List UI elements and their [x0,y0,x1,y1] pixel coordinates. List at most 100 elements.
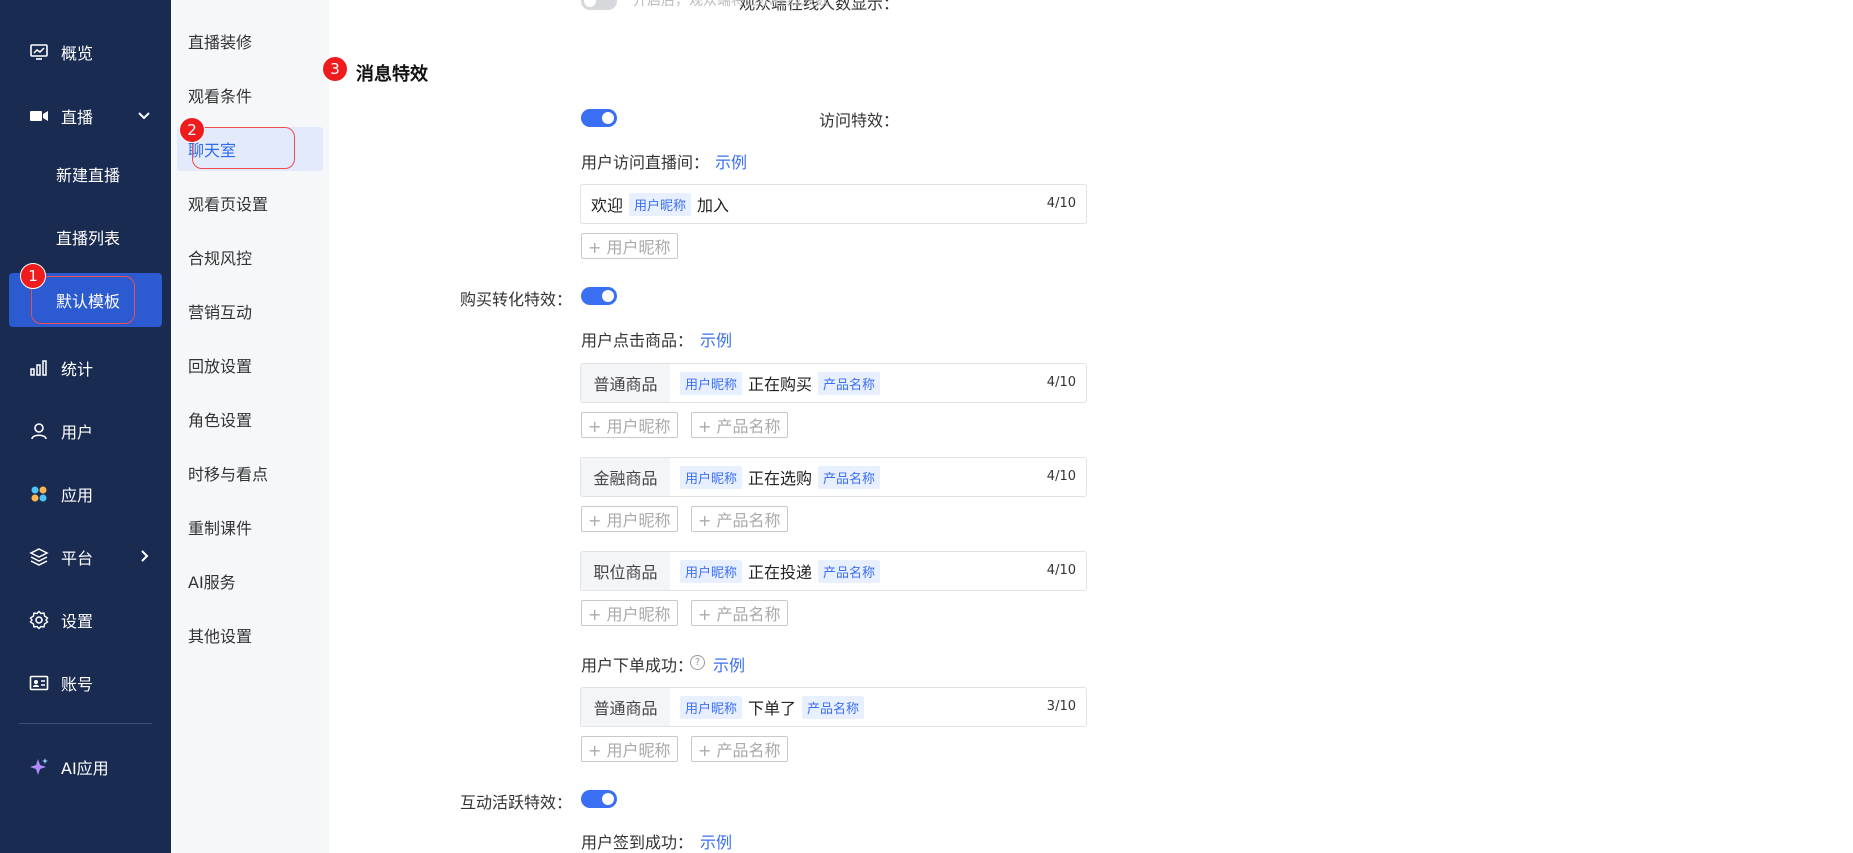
menu-item-other-settings[interactable]: 其他设置 [177,613,323,657]
menu-item-label: AI服务 [188,573,236,592]
sidebar-item-label: 直播 [61,108,94,127]
user-nickname-tag[interactable]: 用户昵称 [680,695,743,719]
sidebar-divider [19,723,152,724]
menu-item-label: 时移与看点 [188,465,269,484]
chevron-down-icon [135,106,153,124]
sidebar-item-new-live[interactable]: 新建直播 [0,147,171,201]
question-circle-icon[interactable]: ? [690,655,705,670]
insert-user-nickname-button[interactable]: + 用户昵称 [581,506,678,532]
sidebar-item-label: 设置 [61,612,94,631]
order-success-example-link[interactable]: 示例 [713,652,745,676]
sidebar-item-overview[interactable]: 概览 [0,25,171,79]
sidebar-item-live[interactable]: 直播 [0,89,171,143]
insert-user-nickname-button[interactable]: + 用户昵称 [581,233,678,259]
sidebar-item-statistics[interactable]: 统计 [0,341,171,395]
product-type-prefix: 金融商品 [581,458,670,496]
user-icon [28,420,50,442]
product-name-tag[interactable]: 产品名称 [818,371,881,395]
menu-item-label: 其他设置 [188,627,253,646]
purchase-effect-toggle[interactable] [581,287,617,305]
user-nickname-tag[interactable]: 用户昵称 [680,559,743,583]
char-count: 4/10 [1046,196,1076,211]
bar-chart-icon [28,357,50,379]
user-nickname-tag[interactable]: 用户昵称 [680,371,743,395]
purchase-effect-label: 购买转化特效： [459,290,572,309]
menu-item-timeshift[interactable]: 时移与看点 [177,451,323,495]
char-count: 4/10 [1046,469,1076,484]
insert-product-name-button[interactable]: + 产品名称 [691,736,788,762]
layers-icon [28,546,50,568]
menu-item-label: 回放设置 [188,357,253,376]
sidebar-item-label: 应用 [61,486,94,505]
sidebar-item-label: AI应用 [61,759,109,778]
sidebar-item-apps[interactable]: 应用 [0,467,171,521]
job-product-click-template[interactable]: 职位商品 用户昵称 正在投递 产品名称 4/10 [580,551,1087,591]
sidebar-item-label: 概览 [61,44,94,63]
id-card-icon [28,672,50,694]
order-success-template[interactable]: 普通商品 用户昵称 下单了 产品名称 3/10 [580,687,1087,727]
template-text: 下单了 [748,699,797,718]
visit-effect-toggle[interactable] [581,109,617,127]
online-count-toggle[interactable] [581,0,617,10]
insert-product-name-button[interactable]: + 产品名称 [691,600,788,626]
sparkle-icon [28,756,50,778]
insert-product-name-button[interactable]: + 产品名称 [691,412,788,438]
menu-item-courseware[interactable]: 重制课件 [177,505,323,549]
menu-item-label: 直播装修 [188,33,253,52]
click-product-label: 用户点击商品： [581,331,694,350]
monitor-icon [28,41,50,63]
product-type-prefix: 普通商品 [581,688,670,726]
gear-icon [28,609,50,631]
product-type-prefix: 普通商品 [581,364,670,402]
click-product-example-link[interactable]: 示例 [700,327,732,351]
menu-item-marketing[interactable]: 营销互动 [177,289,323,333]
step-badge-1: 1 [20,263,46,289]
visit-effect-label: 访问特效： [818,111,899,130]
char-count: 3/10 [1046,699,1076,714]
insert-user-nickname-button[interactable]: + 用户昵称 [581,736,678,762]
template-text: 正在购买 [748,375,813,394]
menu-item-live-decoration[interactable]: 直播装修 [177,19,323,63]
menu-item-ai-service[interactable]: AI服务 [177,559,323,603]
sidebar-item-platform[interactable]: 平台 [0,530,171,584]
sidebar-item-label: 新建直播 [56,166,121,185]
template-text: 正在投递 [748,563,813,582]
menu-item-label: 观看页设置 [188,195,269,214]
product-name-tag[interactable]: 产品名称 [802,695,865,719]
menu-item-roles[interactable]: 角色设置 [177,397,323,441]
sidebar-item-users[interactable]: 用户 [0,404,171,458]
user-nickname-tag[interactable]: 用户昵称 [629,192,692,216]
menu-item-viewing-conditions[interactable]: 观看条件 [177,73,323,117]
normal-product-click-template[interactable]: 普通商品 用户昵称 正在购买 产品名称 4/10 [580,363,1087,403]
sidebar-item-label: 用户 [61,423,94,442]
menu-item-label: 营销互动 [188,303,253,322]
main-sidebar: 概览 直播 新建直播 直播列表 默认模板 统计 用户 应用 平台 设置 账号 A… [0,0,171,853]
finance-product-click-template[interactable]: 金融商品 用户昵称 正在选购 产品名称 4/10 [580,457,1087,497]
sidebar-item-label: 默认模板 [56,292,121,311]
menu-item-playback[interactable]: 回放设置 [177,343,323,387]
main-content: 观众端在线人数显示： 开启后，观众端将显示在线人数 消息特效 访问特效： 用户访… [329,0,1853,853]
chevron-right-icon [135,547,153,565]
visit-sub-label: 用户访问直播间： [581,153,710,172]
checkin-success-label: 用户签到成功： [581,833,694,852]
visit-template-input[interactable]: 欢迎 用户昵称 加入 4/10 [580,184,1087,224]
sidebar-item-live-list[interactable]: 直播列表 [0,210,171,264]
sidebar-item-label: 直播列表 [56,229,121,248]
product-name-tag[interactable]: 产品名称 [818,559,881,583]
visit-example-link[interactable]: 示例 [715,149,747,173]
sidebar-item-settings[interactable]: 设置 [0,593,171,647]
menu-item-viewing-page[interactable]: 观看页设置 [177,181,323,225]
product-type-prefix: 职位商品 [581,552,670,590]
checkin-example-link[interactable]: 示例 [700,829,732,853]
interaction-effect-label: 互动活跃特效： [459,793,572,812]
insert-user-nickname-button[interactable]: + 用户昵称 [581,412,678,438]
product-name-tag[interactable]: 产品名称 [818,465,881,489]
insert-user-nickname-button[interactable]: + 用户昵称 [581,600,678,626]
char-count: 4/10 [1046,563,1076,578]
insert-product-name-button[interactable]: + 产品名称 [691,506,788,532]
interaction-effect-toggle[interactable] [581,790,617,808]
sidebar-item-ai-apps[interactable]: AI应用 [0,740,171,794]
sidebar-item-account[interactable]: 账号 [0,656,171,710]
menu-item-compliance[interactable]: 合规风控 [177,235,323,279]
user-nickname-tag[interactable]: 用户昵称 [680,465,743,489]
